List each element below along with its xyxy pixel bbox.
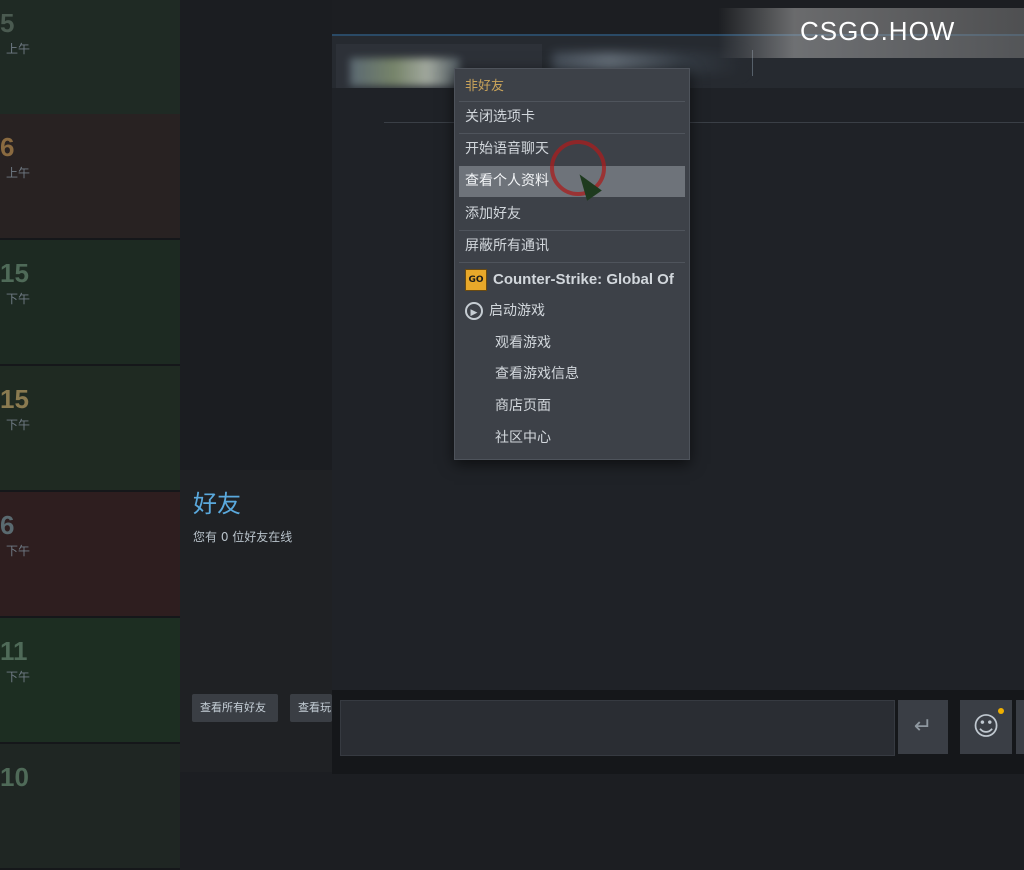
menu-item-store-page[interactable]: 商店页面 — [459, 391, 685, 422]
menu-item-community-hub[interactable]: 社区中心 — [459, 423, 685, 454]
calendar-strip: 5 上午 6 上午 15 下午 15 下午 6 下午 11 下午 10 — [0, 0, 180, 870]
csgo-game-icon: GO — [465, 269, 487, 291]
calendar-time-of-day: 下午 — [6, 418, 31, 432]
calendar-day-number: 10 — [0, 762, 29, 792]
calendar-day-number: 6 — [0, 132, 15, 162]
calendar-cell[interactable]: 15 下午 — [0, 366, 180, 492]
watermark-banner: CSGO.HOW — [718, 8, 1024, 58]
game-title-text: Counter-Strike: Global Of — [493, 271, 674, 288]
calendar-cell[interactable]: 15 下午 — [0, 240, 180, 366]
menu-item-add-friend[interactable]: 添加好友 — [459, 199, 685, 230]
calendar-time-of-day: 下午 — [6, 670, 31, 684]
friends-panel-empty-area — [180, 0, 332, 470]
message-input[interactable] — [340, 700, 895, 756]
view-all-friends-button[interactable]: 查看所有好友 — [192, 694, 278, 722]
more-button[interactable] — [1016, 700, 1024, 754]
menu-item-watch-game[interactable]: 观看游戏 — [459, 328, 685, 359]
calendar-cell[interactable]: 6 上午 — [0, 114, 180, 240]
menu-game-title: GO Counter-Strike: Global Of — [459, 264, 685, 295]
compose-bar: ↵ ☺ — [332, 690, 1024, 774]
calendar-day-number: 5 — [0, 8, 15, 38]
calendar-time-of-day: 下午 — [6, 292, 31, 306]
calendar-time-of-day: 下午 — [6, 544, 31, 558]
calendar-day-number: 11 — [0, 636, 28, 666]
blurred-username — [350, 58, 460, 86]
calendar-day-number: 15 — [0, 258, 29, 288]
calendar-cell[interactable]: 6 下午 — [0, 492, 180, 618]
menu-item-game-info[interactable]: 查看游戏信息 — [459, 359, 685, 390]
calendar-cell[interactable]: 10 — [0, 744, 180, 870]
enter-icon: ↵ — [913, 714, 933, 739]
notification-dot — [998, 708, 1004, 714]
calendar-time-of-day: 上午 — [6, 166, 31, 180]
calendar-cell[interactable]: 11 下午 — [0, 618, 180, 744]
launch-game-label: 启动游戏 — [489, 303, 545, 319]
friends-title: 好友 — [193, 490, 241, 518]
send-button[interactable]: ↵ — [898, 700, 948, 754]
smiley-icon: ☺ — [972, 712, 1000, 742]
menu-item-launch-game[interactable]: ▶ 启动游戏 — [459, 296, 685, 327]
watermark-text: CSGO.HOW — [800, 16, 956, 46]
menu-header-non-friend: 非好友 — [465, 79, 505, 94]
calendar-time-of-day: 上午 — [6, 42, 31, 56]
calendar-day-number: 15 — [0, 384, 29, 414]
view-players-button[interactable]: 查看玩 — [290, 694, 332, 722]
menu-item-block-communication[interactable]: 屏蔽所有通讯 — [459, 231, 685, 262]
menu-separator — [459, 262, 685, 263]
menu-item-close-tab[interactable]: 关闭选项卡 — [459, 102, 685, 133]
context-menu: 非好友 关闭选项卡 开始语音聊天 查看个人资料 添加好友 屏蔽所有通讯 GO Co… — [454, 68, 690, 460]
calendar-day-number: 6 — [0, 510, 15, 540]
friends-online-count: 您有 0 位好友在线 — [193, 530, 293, 544]
play-icon: ▶ — [465, 302, 483, 320]
emoji-button[interactable]: ☺ — [960, 700, 1012, 754]
friends-panel: 好友 您有 0 位好友在线 查看所有好友 查看玩 — [180, 0, 332, 772]
calendar-cell[interactable]: 5 上午 — [0, 0, 180, 116]
